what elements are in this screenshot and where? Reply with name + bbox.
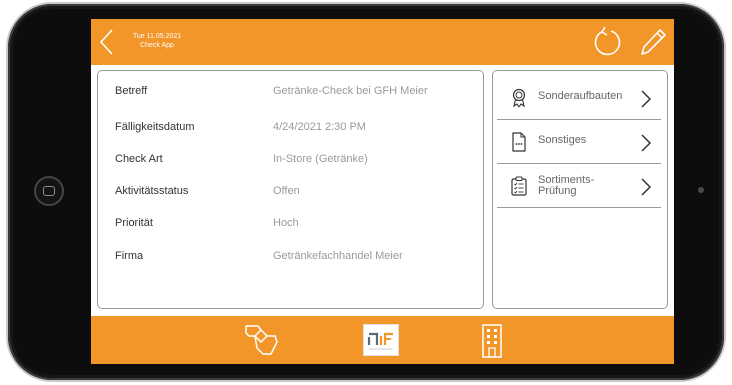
- chevron-right-icon: [641, 178, 652, 196]
- menu-item-sonderaufbauten[interactable]: Sonderaufbauten: [497, 77, 661, 120]
- menu-item-sonstiges[interactable]: Sonstiges: [497, 121, 661, 164]
- refresh-icon[interactable]: [591, 25, 623, 59]
- actions-menu: Sonderaufbauten Sonstiges Sortiments- Pr…: [492, 70, 668, 309]
- building-icon[interactable]: [479, 323, 505, 359]
- detail-value: 4/24/2021 2:30 PM: [273, 121, 366, 133]
- detail-row-aktivitaetsstatus: Aktivitätsstatus Offen: [115, 185, 475, 205]
- chevron-right-icon: [641, 134, 652, 152]
- handshake-icon[interactable]: [241, 322, 281, 358]
- chevron-left-icon[interactable]: [97, 28, 115, 56]
- detail-row-firma: Firma Getränkefachhandel Meier: [115, 250, 475, 270]
- detail-value: Hoch: [273, 217, 299, 229]
- camera-dot: [698, 187, 704, 193]
- header-app-name: Check App: [140, 42, 174, 49]
- detail-value: Getränkefachhandel Meier: [273, 250, 403, 262]
- details-card: Betreff Getränke-Check bei GFH Meier Fäl…: [97, 70, 484, 309]
- header-date-block: Tue 11.05.2021 Check App: [127, 32, 187, 50]
- menu-item-label: Sortiments- Prüfung: [538, 175, 594, 197]
- detail-label: Check Art: [115, 153, 163, 165]
- document-dots-icon: [512, 132, 526, 152]
- detail-value: Getränke-Check bei GFH Meier: [273, 85, 428, 97]
- detail-label: Betreff: [115, 85, 148, 97]
- menu-item-label: Sonstiges: [538, 134, 587, 146]
- header-bar: Tue 11.05.2021 Check App: [91, 19, 674, 65]
- pencil-icon[interactable]: [635, 25, 667, 59]
- detail-row-faelligkeitsdatum: Fälligkeitsdatum 4/24/2021 2:30 PM: [115, 121, 475, 141]
- chevron-right-icon: [641, 90, 652, 108]
- detail-row-check-art: Check Art In-Store (Getränke): [115, 153, 475, 173]
- detail-label: Aktivitätsstatus: [115, 185, 189, 197]
- app-logo-icon[interactable]: [363, 324, 399, 356]
- menu-item-sortimentspruefung[interactable]: Sortiments- Prüfung: [497, 165, 661, 208]
- detail-label: Firma: [115, 250, 144, 262]
- detail-row-prioritaet: Priorität Hoch: [115, 217, 475, 237]
- home-button[interactable]: [34, 176, 64, 206]
- detail-value: In-Store (Getränke): [273, 153, 368, 165]
- app-screen: Tue 11.05.2021 Check App Betreff Getränk…: [91, 19, 674, 364]
- detail-row-betreff: Betreff Getränke-Check bei GFH Meier: [115, 85, 475, 105]
- detail-value: Offen: [273, 185, 300, 197]
- detail-label: Priorität: [115, 217, 153, 229]
- menu-item-label: Sonderaufbauten: [538, 90, 623, 102]
- menu-item-label-line2: Prüfung: [538, 185, 577, 197]
- clipboard-checklist-icon: [511, 176, 527, 196]
- logo-mark: [367, 332, 393, 350]
- main-content: Betreff Getränke-Check bei GFH Meier Fäl…: [91, 65, 674, 316]
- header-date: Tue 11.05.2021: [132, 33, 182, 40]
- bottom-nav-bar: [91, 316, 674, 364]
- award-ribbon-icon: [512, 88, 526, 108]
- detail-label: Fälligkeitsdatum: [115, 121, 195, 133]
